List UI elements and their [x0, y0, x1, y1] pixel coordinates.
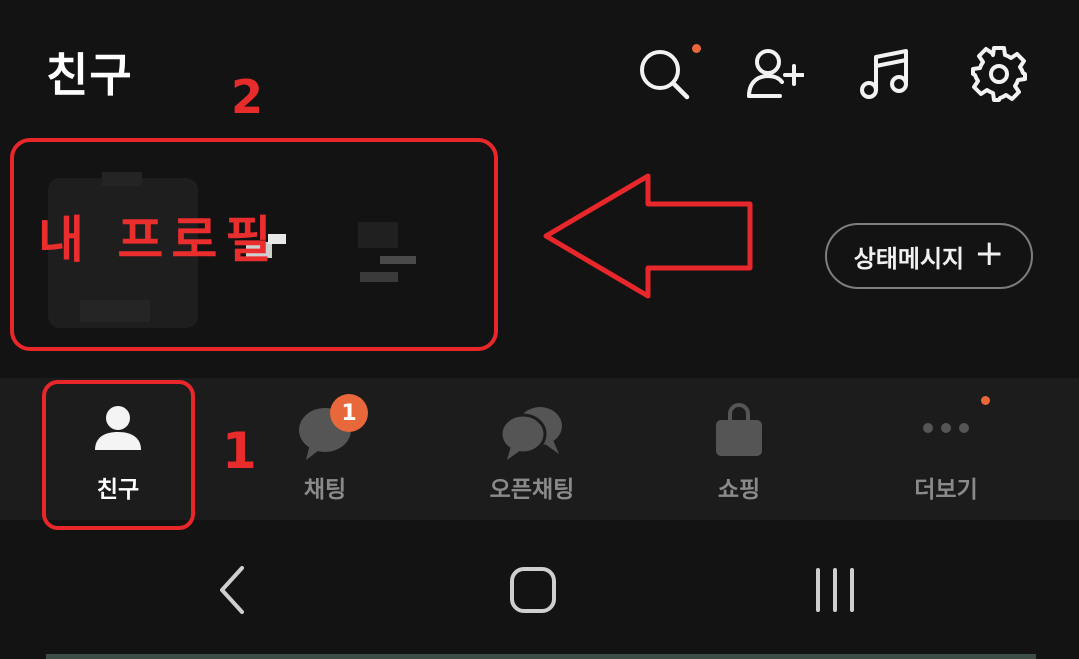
tab-label: 채팅 [303, 477, 347, 503]
wallpaper-strip [46, 654, 1036, 659]
add-friend-icon [747, 49, 804, 98]
music-button[interactable] [856, 44, 916, 104]
recents-icon [816, 568, 854, 612]
settings-button[interactable] [969, 44, 1029, 104]
annotation-arrow [543, 173, 753, 299]
tab-shopping[interactable]: 쇼핑 [689, 378, 789, 520]
kakaotalk-friends-screen: 친구 2 내 프로필 상태메시지 + 친구 1 채팅 오픈채팅 쇼핑 더보기 1 [0, 0, 1079, 659]
annotation-number-1: 1 [222, 422, 257, 480]
unread-badge: 1 [330, 394, 368, 432]
more-notification-dot [981, 396, 990, 405]
status-message-button[interactable]: 상태메시지 + [825, 223, 1033, 289]
chat-bubble-icon: 1 [290, 394, 368, 464]
shopping-bag-icon [704, 394, 774, 464]
page-title: 친구 [46, 48, 133, 102]
tab-chats[interactable]: 1 채팅 [275, 378, 375, 520]
recents-button[interactable] [810, 566, 860, 614]
music-icon [860, 49, 908, 99]
home-button[interactable] [508, 566, 558, 614]
tab-open-chat[interactable]: 오픈채팅 [470, 378, 594, 520]
tab-label: 쇼핑 [717, 477, 761, 503]
status-message-label: 상태메시지 [853, 244, 965, 273]
add-friend-button[interactable] [744, 44, 804, 104]
back-button[interactable] [212, 564, 252, 616]
search-notification-dot [692, 44, 701, 53]
annotation-profile-label: 내 프로필 [38, 211, 280, 269]
tab-label: 더보기 [914, 477, 978, 503]
settings-icon [971, 46, 1027, 102]
tab-label: 오픈채팅 [489, 477, 575, 503]
back-icon [220, 566, 244, 614]
plus-icon: + [974, 233, 1005, 274]
open-chat-icon [497, 394, 567, 464]
annotation-box-friends-tab [42, 380, 195, 530]
search-icon [640, 50, 690, 100]
annotation-number-2: 2 [231, 70, 264, 124]
search-button[interactable] [634, 44, 694, 104]
more-dots-icon [911, 394, 981, 464]
home-icon [510, 567, 556, 613]
